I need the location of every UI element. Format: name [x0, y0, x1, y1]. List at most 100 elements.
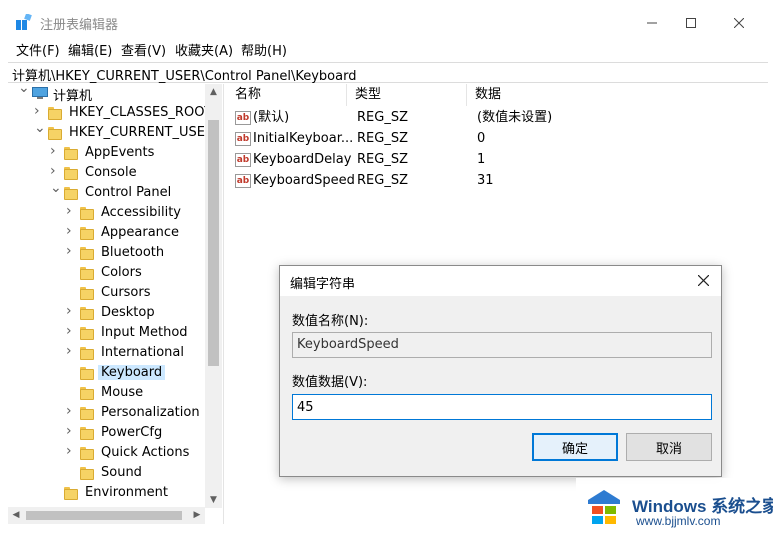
dialog-close-button[interactable] [692, 270, 714, 292]
folder-icon [80, 267, 94, 281]
tree-item[interactable]: › Input Method [8, 324, 208, 344]
tree-item[interactable]: Environment [8, 484, 208, 504]
tree-item[interactable]: ⌄ Control Panel [8, 181, 208, 204]
tree-item[interactable]: › AppEvents [8, 144, 208, 164]
folder-icon [80, 287, 94, 301]
tree-item[interactable]: Mouse [8, 384, 208, 404]
chevron-right-icon[interactable]: › [66, 304, 76, 318]
folder-icon [80, 327, 94, 341]
tree-item[interactable]: › Personalization [8, 404, 208, 424]
scroll-up-icon[interactable]: ▲ [205, 84, 222, 100]
cell-name: (默认) [253, 110, 290, 125]
tree-item-label: 计算机 [53, 89, 93, 104]
value-name-field: KeyboardSpeed [292, 332, 712, 358]
folder-icon [80, 227, 94, 241]
scroll-down-icon[interactable]: ▼ [205, 492, 222, 508]
tree-item[interactable]: › International [8, 344, 208, 364]
chevron-right-icon[interactable]: › [66, 404, 76, 418]
tree-item-label: Cursors [101, 285, 151, 300]
tree-horizontal-scrollbar[interactable]: ◀ ▶ [8, 507, 205, 524]
chevron-right-icon[interactable]: › [66, 204, 76, 218]
value-data-input[interactable] [292, 394, 712, 420]
folder-icon [64, 167, 78, 181]
scroll-right-icon[interactable]: ▶ [189, 507, 205, 524]
windows-logo-icon [588, 490, 620, 524]
title-bar[interactable]: 注册表编辑器 [0, 0, 773, 38]
tree-item-label: Quick Actions [101, 445, 190, 460]
menu-help[interactable]: 帮助(H) [241, 40, 287, 59]
table-row[interactable]: ab InitialKeyboar... REG_SZ 0 [229, 129, 765, 149]
tree-item[interactable]: › Bluetooth [8, 244, 208, 264]
cell-type: REG_SZ [357, 131, 408, 146]
chevron-down-icon[interactable]: ⌄ [18, 84, 30, 95]
maximize-button[interactable] [668, 8, 714, 38]
cancel-button[interactable]: 取消 [626, 433, 712, 461]
dialog-title-bar[interactable]: 编辑字符串 [280, 266, 721, 296]
tree-item[interactable]: › Quick Actions [8, 444, 208, 464]
window-title: 注册表编辑器 [40, 18, 119, 33]
column-header-name[interactable]: 名称 [229, 84, 347, 106]
watermark: Windows 系统之家 www.bjjmlv.com [576, 478, 773, 535]
column-header-type[interactable]: 类型 [349, 84, 467, 106]
tree-item[interactable]: › Accessibility [8, 204, 208, 224]
tree-item[interactable]: Cursors [8, 284, 208, 304]
tree-item[interactable]: Colors [8, 264, 208, 284]
tree-item-label: Console [85, 165, 137, 180]
maximize-icon [686, 18, 696, 28]
tree-item[interactable]: ⌄ 计算机 [8, 84, 208, 104]
chevron-right-icon[interactable]: › [66, 424, 76, 438]
table-row[interactable]: ab KeyboardDelay REG_SZ 1 [229, 150, 765, 170]
scroll-thumb[interactable] [26, 511, 182, 520]
scroll-thumb[interactable] [208, 120, 219, 366]
chevron-right-icon[interactable]: › [66, 324, 76, 338]
cell-name: InitialKeyboar... [253, 131, 354, 146]
chevron-right-icon[interactable]: › [66, 244, 76, 258]
tree-item-label: Environment [85, 485, 169, 500]
folder-icon [80, 447, 94, 461]
menu-view[interactable]: 查看(V) [121, 40, 166, 59]
table-row[interactable]: ab (默认) REG_SZ (数值未设置) [229, 108, 765, 128]
folder-icon [80, 207, 94, 221]
cell-name: KeyboardDelay [253, 152, 352, 167]
tree-item-label: Control Panel [85, 185, 172, 200]
tree-item[interactable]: Sound [8, 464, 208, 484]
chevron-down-icon[interactable]: ⌄ [50, 181, 62, 195]
watermark-url: www.bjjmlv.com [636, 514, 721, 528]
string-value-icon: ab [235, 111, 251, 125]
tree-item[interactable]: › Console [8, 164, 208, 184]
tree-item[interactable]: › Desktop [8, 304, 208, 324]
tree-item-label: Accessibility [101, 205, 181, 220]
value-name-label: 数值名称(N): [292, 314, 369, 329]
menu-favorites[interactable]: 收藏夹(A) [175, 40, 233, 59]
menu-file[interactable]: 文件(F) [16, 40, 60, 59]
close-button[interactable] [716, 8, 762, 38]
chevron-right-icon[interactable]: › [34, 104, 44, 118]
chevron-right-icon[interactable]: › [66, 224, 76, 238]
cell-data: 1 [477, 152, 486, 167]
column-header-data[interactable]: 数据 [469, 84, 765, 106]
tree-item[interactable]: ⌄ HKEY_CURRENT_USER [8, 121, 214, 144]
cell-type: REG_SZ [357, 110, 408, 125]
chevron-down-icon[interactable]: ⌄ [34, 121, 46, 135]
cell-name: KeyboardSpeed [253, 173, 355, 188]
ok-button[interactable]: 确定 [532, 433, 618, 461]
chevron-right-icon[interactable]: › [50, 144, 60, 158]
chevron-right-icon[interactable]: › [50, 164, 60, 178]
cell-data: 31 [477, 173, 494, 188]
tree-item-label: Sound [101, 465, 142, 480]
tree-item-label: AppEvents [85, 145, 155, 160]
scroll-left-icon[interactable]: ◀ [8, 507, 24, 524]
tree-item[interactable]: › Appearance [8, 224, 208, 244]
tree-item[interactable]: Keyboard [8, 364, 208, 384]
value-data-label: 数值数据(V): [292, 375, 368, 390]
chevron-right-icon[interactable]: › [66, 344, 76, 358]
tree-item[interactable]: › PowerCfg [8, 424, 208, 444]
tree-vertical-scrollbar[interactable]: ▲ ▼ [205, 84, 222, 508]
table-row[interactable]: ab KeyboardSpeed REG_SZ 31 [229, 171, 765, 191]
menu-edit[interactable]: 编辑(E) [68, 40, 112, 59]
tree-item-label: PowerCfg [101, 425, 163, 440]
computer-icon [32, 87, 48, 99]
tree-item-label: Personalization [101, 405, 200, 420]
chevron-right-icon[interactable]: › [66, 444, 76, 458]
address-bar[interactable]: 计算机\HKEY_CURRENT_USER\Control Panel\Keyb… [8, 62, 768, 84]
